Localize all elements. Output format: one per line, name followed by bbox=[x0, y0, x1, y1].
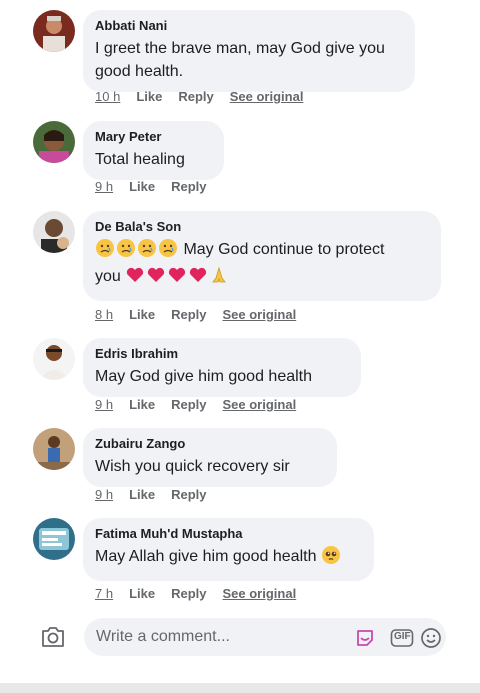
comment-actions: 8 h Like Reply See original bbox=[95, 307, 296, 323]
comment-text: May God give him good health bbox=[95, 368, 313, 385]
gif-icon[interactable]: GIF bbox=[390, 627, 414, 649]
comment-timestamp[interactable]: 10 h bbox=[95, 89, 120, 105]
comment-author[interactable]: Fatima Muh'd Mustapha bbox=[95, 526, 362, 542]
sticker-icon[interactable] bbox=[354, 627, 376, 649]
like-button[interactable]: Like bbox=[129, 586, 155, 602]
like-button[interactable]: Like bbox=[129, 179, 155, 195]
praying-hands-emoji bbox=[209, 265, 229, 292]
comment-input-placeholder: Write a comment... bbox=[96, 628, 230, 645]
avatar[interactable] bbox=[33, 121, 75, 163]
comment-text-line: May Allah give him good health bbox=[95, 548, 317, 565]
comment-bubble: Zubairu Zango Wish you quick recovery si… bbox=[83, 428, 337, 487]
comment-bubble: Mary Peter Total healing bbox=[83, 121, 224, 180]
sad-face-emoji bbox=[116, 238, 136, 265]
comment-actions: 9 h Like Reply bbox=[95, 487, 207, 503]
see-original-link[interactable]: See original bbox=[230, 89, 304, 105]
avatar[interactable] bbox=[33, 10, 75, 52]
comment-text: May Allah give him good health bbox=[95, 545, 362, 572]
like-button[interactable]: Like bbox=[129, 397, 155, 413]
avatar[interactable] bbox=[33, 211, 75, 253]
comments-panel: Abbati Nani I greet the brave man, may G… bbox=[20, 0, 460, 664]
avatar[interactable] bbox=[33, 338, 75, 380]
comment-author[interactable]: De Bala's Son bbox=[95, 219, 429, 235]
pleading-face-emoji bbox=[321, 545, 341, 572]
avatar[interactable] bbox=[33, 518, 75, 560]
like-button[interactable]: Like bbox=[129, 307, 155, 323]
comment-timestamp[interactable]: 7 h bbox=[95, 586, 113, 602]
comment-text: Wish you quick recovery sir bbox=[95, 458, 290, 475]
comment-author[interactable]: Edris Ibrahim bbox=[95, 346, 349, 362]
smiley-icon[interactable] bbox=[420, 627, 442, 649]
comment-text: good health. bbox=[95, 63, 184, 80]
comment-timestamp[interactable]: 9 h bbox=[95, 179, 113, 195]
comment-text: May God continue to protect bbox=[95, 238, 429, 265]
reply-button[interactable]: Reply bbox=[171, 586, 206, 602]
sad-face-emoji bbox=[137, 238, 157, 265]
comment-actions: 9 h Like Reply See original bbox=[95, 397, 296, 413]
comment-timestamp[interactable]: 8 h bbox=[95, 307, 113, 323]
comment-bubble: Edris Ibrahim May God give him good heal… bbox=[83, 338, 361, 397]
heart-emoji bbox=[188, 265, 208, 292]
reply-button[interactable]: Reply bbox=[171, 487, 206, 503]
comment-text: you bbox=[95, 265, 429, 292]
see-original-link[interactable]: See original bbox=[223, 307, 297, 323]
comment-text: Total healing bbox=[95, 151, 185, 168]
like-button[interactable]: Like bbox=[129, 487, 155, 503]
comment-bubble: Abbati Nani I greet the brave man, may G… bbox=[83, 10, 415, 92]
comment-author[interactable]: Abbati Nani bbox=[95, 18, 403, 34]
comment-input[interactable]: Write a comment... GIF bbox=[84, 618, 446, 656]
comment-composer: Write a comment... GIF bbox=[20, 612, 460, 664]
comment-bubble: Fatima Muh'd Mustapha May Allah give him… bbox=[83, 518, 374, 581]
comment-author[interactable]: Mary Peter bbox=[95, 129, 212, 145]
comment-timestamp[interactable]: 9 h bbox=[95, 397, 113, 413]
comment-actions: 10 h Like Reply See original bbox=[95, 89, 303, 105]
reply-button[interactable]: Reply bbox=[178, 89, 213, 105]
comment-text-line: May God continue to protect bbox=[183, 241, 385, 258]
camera-icon[interactable] bbox=[40, 625, 66, 649]
reply-button[interactable]: Reply bbox=[171, 307, 206, 323]
sad-face-emoji bbox=[95, 238, 115, 265]
comment-bubble: De Bala's Son May God continue to protec… bbox=[83, 211, 441, 301]
comment-text-line: you bbox=[95, 268, 121, 285]
comment-actions: 7 h Like Reply See original bbox=[95, 586, 296, 602]
reply-button[interactable]: Reply bbox=[171, 397, 206, 413]
avatar[interactable] bbox=[33, 428, 75, 470]
see-original-link[interactable]: See original bbox=[223, 397, 297, 413]
bottom-divider bbox=[0, 683, 480, 693]
sad-face-emoji bbox=[158, 238, 178, 265]
heart-emoji bbox=[167, 265, 187, 292]
comment-author[interactable]: Zubairu Zango bbox=[95, 436, 325, 452]
comment-actions: 9 h Like Reply bbox=[95, 179, 207, 195]
reply-button[interactable]: Reply bbox=[171, 179, 206, 195]
heart-emoji bbox=[125, 265, 145, 292]
heart-emoji bbox=[146, 265, 166, 292]
like-button[interactable]: Like bbox=[136, 89, 162, 105]
see-original-link[interactable]: See original bbox=[223, 586, 297, 602]
comment-timestamp[interactable]: 9 h bbox=[95, 487, 113, 503]
gif-label: GIF bbox=[394, 631, 411, 642]
comment-text: I greet the brave man, may God give you bbox=[95, 40, 385, 57]
